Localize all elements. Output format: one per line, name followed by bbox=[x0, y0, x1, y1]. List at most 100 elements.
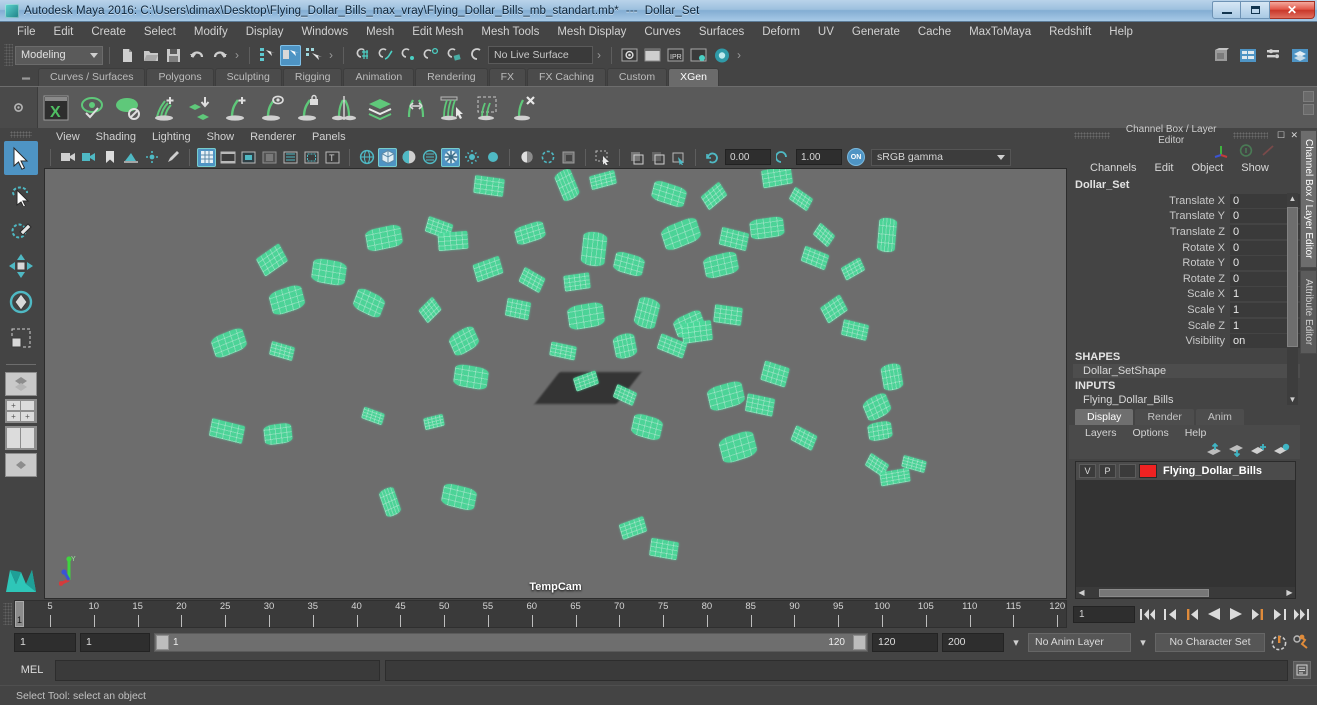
dollar-bill-mesh[interactable] bbox=[744, 393, 776, 417]
twoD-pan-zoom-icon[interactable] bbox=[142, 148, 161, 167]
layer-row[interactable]: V P Flying_Dollar_Bills bbox=[1076, 461, 1295, 480]
vtab-attribute-editor[interactable]: Attribute Editor bbox=[1300, 269, 1317, 354]
move-layer-down-icon[interactable] bbox=[1228, 443, 1244, 457]
dollar-bill-mesh[interactable] bbox=[267, 283, 307, 317]
menu-modify[interactable]: Modify bbox=[185, 24, 237, 40]
new-scene-icon[interactable] bbox=[117, 45, 138, 66]
dollar-bill-mesh[interactable] bbox=[760, 360, 790, 388]
shelf-tab-custom[interactable]: Custom bbox=[606, 68, 668, 86]
dollar-bill-mesh[interactable] bbox=[513, 219, 547, 247]
dollar-bill-mesh[interactable] bbox=[749, 215, 785, 241]
step-back-key-icon[interactable] bbox=[1160, 605, 1179, 624]
dollar-bill-mesh[interactable] bbox=[440, 482, 478, 512]
dollar-bill-mesh[interactable] bbox=[618, 515, 648, 541]
go-to-start-icon[interactable] bbox=[1138, 605, 1157, 624]
image-plane-icon[interactable] bbox=[121, 148, 140, 167]
snap-to-grid-icon[interactable] bbox=[351, 45, 372, 66]
select-by-object-icon[interactable] bbox=[280, 44, 301, 66]
dollar-bill-mesh[interactable] bbox=[437, 230, 469, 252]
undock-panel-button[interactable]: ☐ bbox=[1275, 129, 1286, 141]
dollar-bill-mesh[interactable] bbox=[473, 174, 505, 198]
select-by-component-icon[interactable] bbox=[303, 45, 324, 66]
dollar-bill-mesh[interactable] bbox=[790, 424, 818, 452]
menu-curves[interactable]: Curves bbox=[635, 24, 689, 40]
menu-surfaces[interactable]: Surfaces bbox=[690, 24, 753, 40]
outliner-persp-layout-icon[interactable] bbox=[5, 426, 37, 450]
dollar-bill-mesh[interactable] bbox=[611, 331, 639, 361]
xgen-disable-preview-icon[interactable] bbox=[111, 91, 145, 125]
menu-edit[interactable]: Edit bbox=[45, 24, 83, 40]
dollar-bill-mesh[interactable] bbox=[263, 422, 293, 446]
snap-to-point-icon[interactable] bbox=[397, 45, 418, 66]
dollar-bill-mesh[interactable] bbox=[713, 304, 743, 326]
snap-to-projected-center-icon[interactable] bbox=[420, 45, 441, 66]
dollar-bill-mesh[interactable] bbox=[659, 215, 703, 253]
dollar-bill-mesh[interactable] bbox=[580, 230, 608, 268]
save-scene-icon[interactable] bbox=[163, 45, 184, 66]
step-back-frame-icon[interactable] bbox=[1182, 605, 1201, 624]
maximize-button[interactable] bbox=[1241, 1, 1270, 19]
dollar-bill-mesh[interactable] bbox=[800, 245, 830, 271]
render-current-frame-icon[interactable] bbox=[619, 45, 640, 66]
shelf-tab-rendering[interactable]: Rendering bbox=[415, 68, 488, 86]
channels-menu[interactable]: Channels bbox=[1081, 162, 1145, 174]
scroll-up-arrow-icon[interactable]: ▲ bbox=[1288, 194, 1297, 203]
play-backwards-icon[interactable] bbox=[1204, 605, 1223, 624]
hscrollbar-thumb[interactable] bbox=[1099, 588, 1209, 597]
menu-generate[interactable]: Generate bbox=[843, 24, 909, 40]
film-gate-icon[interactable] bbox=[218, 148, 237, 167]
timeline-grip[interactable] bbox=[3, 603, 12, 625]
menu-maxtomaya[interactable]: MaxToMaya bbox=[960, 24, 1040, 40]
xray-joints-icon[interactable] bbox=[648, 148, 667, 167]
layer-list-hscrollbar[interactable]: ◀ ▶ bbox=[1076, 587, 1295, 598]
dollar-bill-mesh[interactable] bbox=[364, 223, 404, 253]
toolbox-grip[interactable] bbox=[10, 131, 32, 138]
bookmark-icon[interactable] bbox=[100, 148, 119, 167]
dollar-bill-mesh[interactable] bbox=[717, 428, 759, 466]
auto-keyframe-icon[interactable] bbox=[1269, 633, 1288, 652]
menu-mesh-tools[interactable]: Mesh Tools bbox=[472, 24, 548, 40]
attribute-row-scale-y[interactable]: Scale Y 1 bbox=[1073, 302, 1300, 318]
layer-color-swatch[interactable] bbox=[1139, 463, 1157, 478]
xgen-lock-guide-icon[interactable] bbox=[291, 91, 325, 125]
xgen-delete-guide-icon[interactable] bbox=[507, 91, 541, 125]
menu-select[interactable]: Select bbox=[135, 24, 185, 40]
paint-select-tool[interactable] bbox=[4, 213, 38, 247]
layer-name[interactable]: Flying_Dollar_Bills bbox=[1160, 465, 1262, 477]
anim-layer-selector[interactable]: No Anim Layer bbox=[1028, 632, 1131, 652]
dollar-bill-mesh[interactable] bbox=[563, 272, 591, 292]
timeline-track[interactable]: 1 5 10 15 20 25 30 35 40 45 50 55 60 65 70 75 80 85 90 95 1… bbox=[14, 600, 1067, 628]
timeline-current-frame-marker[interactable]: 1 bbox=[15, 601, 24, 627]
dollar-bill-mesh[interactable] bbox=[866, 419, 894, 443]
channel-box-scrollbar[interactable]: ▲ ▼ bbox=[1287, 193, 1298, 405]
exposure-field[interactable]: 0.00 bbox=[725, 149, 771, 165]
dollar-bill-mesh[interactable] bbox=[840, 318, 870, 342]
ipr-render-icon[interactable]: IPR bbox=[665, 45, 686, 66]
dollar-bill-mesh[interactable] bbox=[418, 296, 442, 324]
xgen-import-collection-icon[interactable] bbox=[183, 91, 217, 125]
dollar-bill-mesh[interactable] bbox=[361, 406, 385, 426]
viewport-menu-show[interactable]: Show bbox=[199, 130, 243, 144]
shapes-item[interactable]: Dollar_SetShape bbox=[1073, 363, 1300, 378]
menu-deform[interactable]: Deform bbox=[753, 24, 809, 40]
layer-playback-toggle[interactable]: P bbox=[1099, 463, 1116, 478]
viewport-menu-view[interactable]: View bbox=[48, 130, 88, 144]
motion-blur-icon[interactable] bbox=[517, 148, 536, 167]
new-layer-icon[interactable] bbox=[1250, 443, 1267, 457]
shadows-icon[interactable] bbox=[462, 148, 481, 167]
shelf-scroll-buttons[interactable] bbox=[1303, 91, 1314, 115]
menu-mesh[interactable]: Mesh bbox=[357, 24, 403, 40]
safe-title-icon[interactable]: T bbox=[323, 148, 342, 167]
menu-mesh-display[interactable]: Mesh Display bbox=[548, 24, 635, 40]
attribute-editor-icon[interactable] bbox=[1237, 45, 1258, 66]
collapse-arrow-icon[interactable]: › bbox=[593, 48, 605, 62]
select-by-hierarchy-icon[interactable] bbox=[257, 45, 278, 66]
statusline-grip[interactable] bbox=[4, 44, 13, 66]
undo-icon[interactable] bbox=[186, 45, 207, 66]
menu-windows[interactable]: Windows bbox=[292, 24, 357, 40]
make-live-icon[interactable] bbox=[466, 45, 487, 66]
menu-file[interactable]: File bbox=[8, 24, 45, 40]
use-all-lights-icon[interactable] bbox=[441, 147, 460, 167]
screen-space-ao-icon[interactable] bbox=[483, 148, 502, 167]
isolate-select-icon[interactable] bbox=[593, 148, 612, 167]
